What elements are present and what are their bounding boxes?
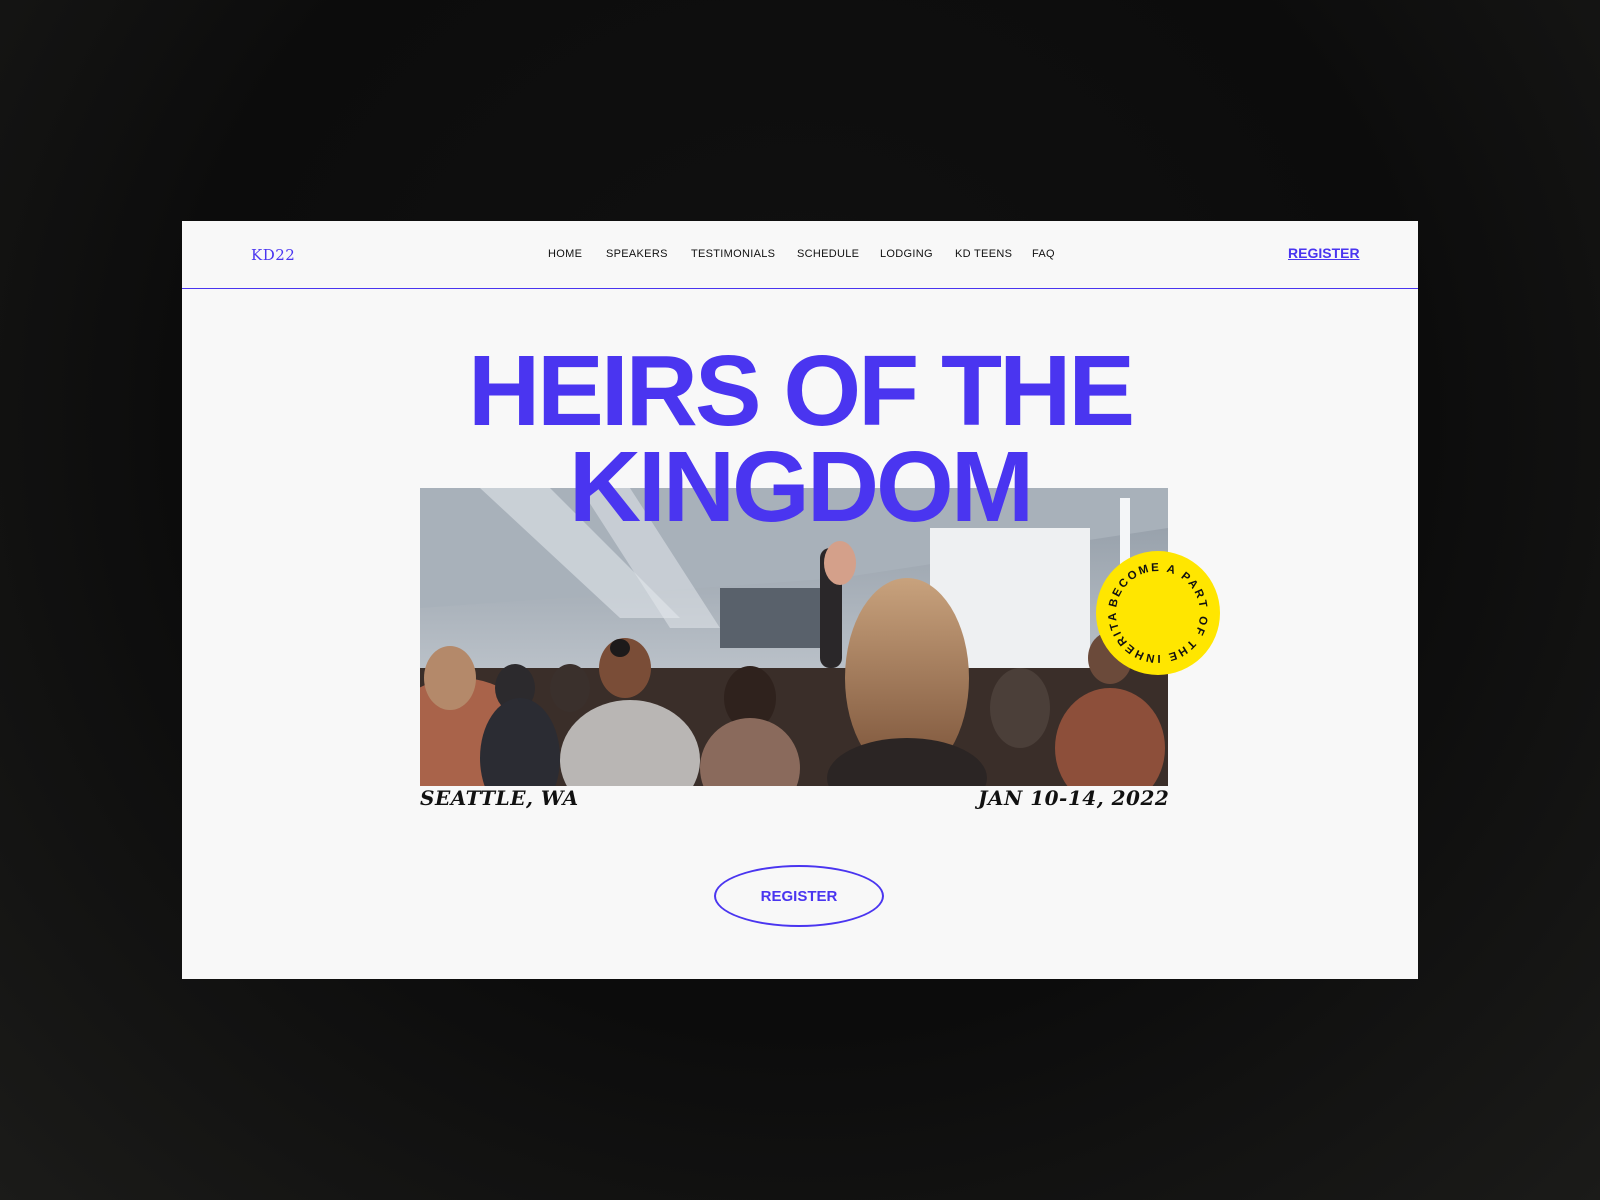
nav-schedule[interactable]: SCHEDULE [797,248,859,260]
nav-home[interactable]: HOME [548,248,582,260]
nav-faq[interactable]: FAQ [1032,248,1055,260]
browser-page: KD22 HOME SPEAKERS TESTIMONIALS SCHEDULE… [182,221,1418,979]
hero-title-line-1: HEIRS OF THE [467,335,1135,447]
hero-title-line-2: KINGDOM [568,431,1034,543]
hero-register-button[interactable]: REGISTER [714,865,884,927]
nav-register-link[interactable]: REGISTER [1288,245,1360,261]
nav-speakers[interactable]: SPEAKERS [606,248,668,260]
top-navbar: KD22 HOME SPEAKERS TESTIMONIALS SCHEDULE… [182,221,1418,289]
nav-lodging[interactable]: LODGING [880,248,933,260]
event-dates: JAN 10-14, 2022 [978,786,1170,810]
event-location: SEATTLE, WA [420,786,579,810]
nav-testimonials[interactable]: TESTIMONIALS [691,248,775,260]
site-logo[interactable]: KD22 [251,246,295,264]
nav-kd-teens[interactable]: KD TEENS [955,248,1012,260]
inheritance-badge[interactable]: BECOME A PART OF THE INHERITANCE [1091,542,1220,675]
